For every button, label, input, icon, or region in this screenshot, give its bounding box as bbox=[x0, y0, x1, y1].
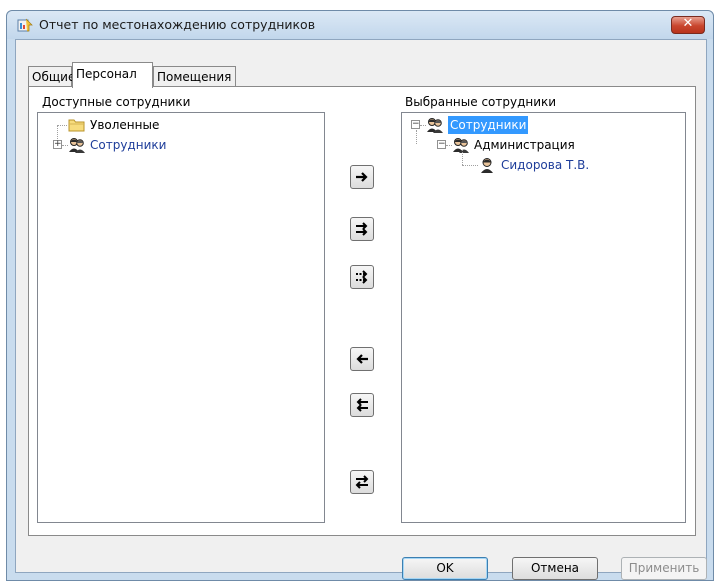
tree-connector bbox=[462, 150, 463, 165]
double-arrow-left-icon bbox=[356, 398, 368, 412]
arrow-left-icon bbox=[356, 354, 368, 364]
tree-connector bbox=[416, 130, 417, 144]
title-bar[interactable]: Отчет по местонахождению сотрудников ✕ bbox=[7, 11, 713, 39]
tree-item-label: Сотрудники bbox=[448, 116, 529, 134]
dialog-client: Общие Персонал Помещения Доступные сотру… bbox=[15, 39, 707, 580]
dialog-window: Отчет по местонахождению сотрудников ✕ О… bbox=[6, 10, 714, 581]
tree-item-fired[interactable]: Уволенные bbox=[68, 116, 268, 134]
people-group-icon bbox=[69, 138, 85, 153]
add-all-button[interactable] bbox=[350, 217, 374, 241]
double-arrow-right-icon bbox=[356, 222, 368, 236]
add-filtered-button[interactable] bbox=[350, 265, 374, 289]
selected-employees-tree[interactable]: − Сотрудники − Администрация Сидорова Т.… bbox=[401, 112, 686, 523]
remove-all-button[interactable] bbox=[350, 393, 374, 417]
tree-item-employees[interactable]: Сотрудники bbox=[68, 136, 268, 154]
collapse-icon[interactable]: − bbox=[437, 140, 446, 149]
window-title: Отчет по местонахождению сотрудников bbox=[39, 17, 316, 32]
person-icon bbox=[481, 158, 493, 173]
tree-item-label: Сидорова Т.В. bbox=[501, 158, 590, 172]
tree-item-label: Администрация bbox=[474, 138, 575, 152]
expand-icon[interactable]: + bbox=[53, 140, 62, 149]
tree-connector bbox=[57, 125, 67, 126]
people-group-icon bbox=[453, 138, 469, 153]
tree-item-employees-root[interactable]: Сотрудники bbox=[426, 116, 626, 134]
ok-button[interactable]: OK bbox=[402, 557, 488, 580]
available-employees-tree[interactable]: Уволенные + Сотрудники bbox=[37, 112, 325, 523]
close-button[interactable]: ✕ bbox=[671, 16, 705, 34]
tree-item-employee[interactable]: Сидорова Т.В. bbox=[479, 156, 679, 174]
tree-item-label: Сотрудники bbox=[90, 138, 167, 152]
tree-item-label: Уволенные bbox=[90, 118, 160, 132]
people-group-icon bbox=[427, 118, 443, 133]
selected-employees-label: Выбранные сотрудники bbox=[405, 95, 557, 109]
report-app-icon bbox=[17, 18, 33, 32]
tab-personnel[interactable]: Персонал bbox=[72, 62, 153, 88]
dotted-double-arrow-right-icon bbox=[356, 270, 368, 284]
cancel-button[interactable]: Отмена bbox=[512, 557, 598, 580]
personnel-panel: Доступные сотрудники Уволенные + Сотрудн… bbox=[28, 86, 696, 536]
folder-icon bbox=[68, 119, 85, 132]
arrow-right-icon bbox=[356, 172, 368, 182]
tab-general[interactable]: Общие bbox=[28, 66, 75, 87]
remove-selected-button[interactable] bbox=[350, 347, 374, 371]
swap-button[interactable] bbox=[350, 470, 374, 494]
apply-button[interactable]: Применить bbox=[621, 557, 707, 580]
swap-arrows-icon bbox=[355, 475, 369, 489]
available-employees-label: Доступные сотрудники bbox=[42, 95, 191, 109]
add-selected-button[interactable] bbox=[350, 165, 374, 189]
collapse-icon[interactable]: − bbox=[411, 120, 420, 129]
tree-item-administration[interactable]: Администрация bbox=[452, 136, 652, 154]
close-icon: ✕ bbox=[682, 16, 694, 31]
tree-connector bbox=[462, 165, 478, 166]
tab-rooms[interactable]: Помещения bbox=[153, 66, 236, 87]
